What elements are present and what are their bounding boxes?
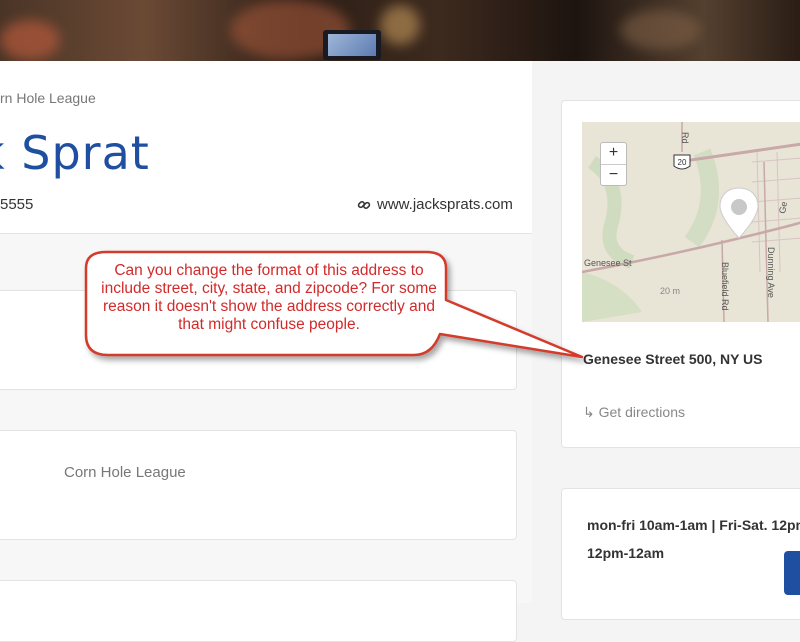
annotation-text: Can you change the format of this addres… (101, 262, 437, 333)
